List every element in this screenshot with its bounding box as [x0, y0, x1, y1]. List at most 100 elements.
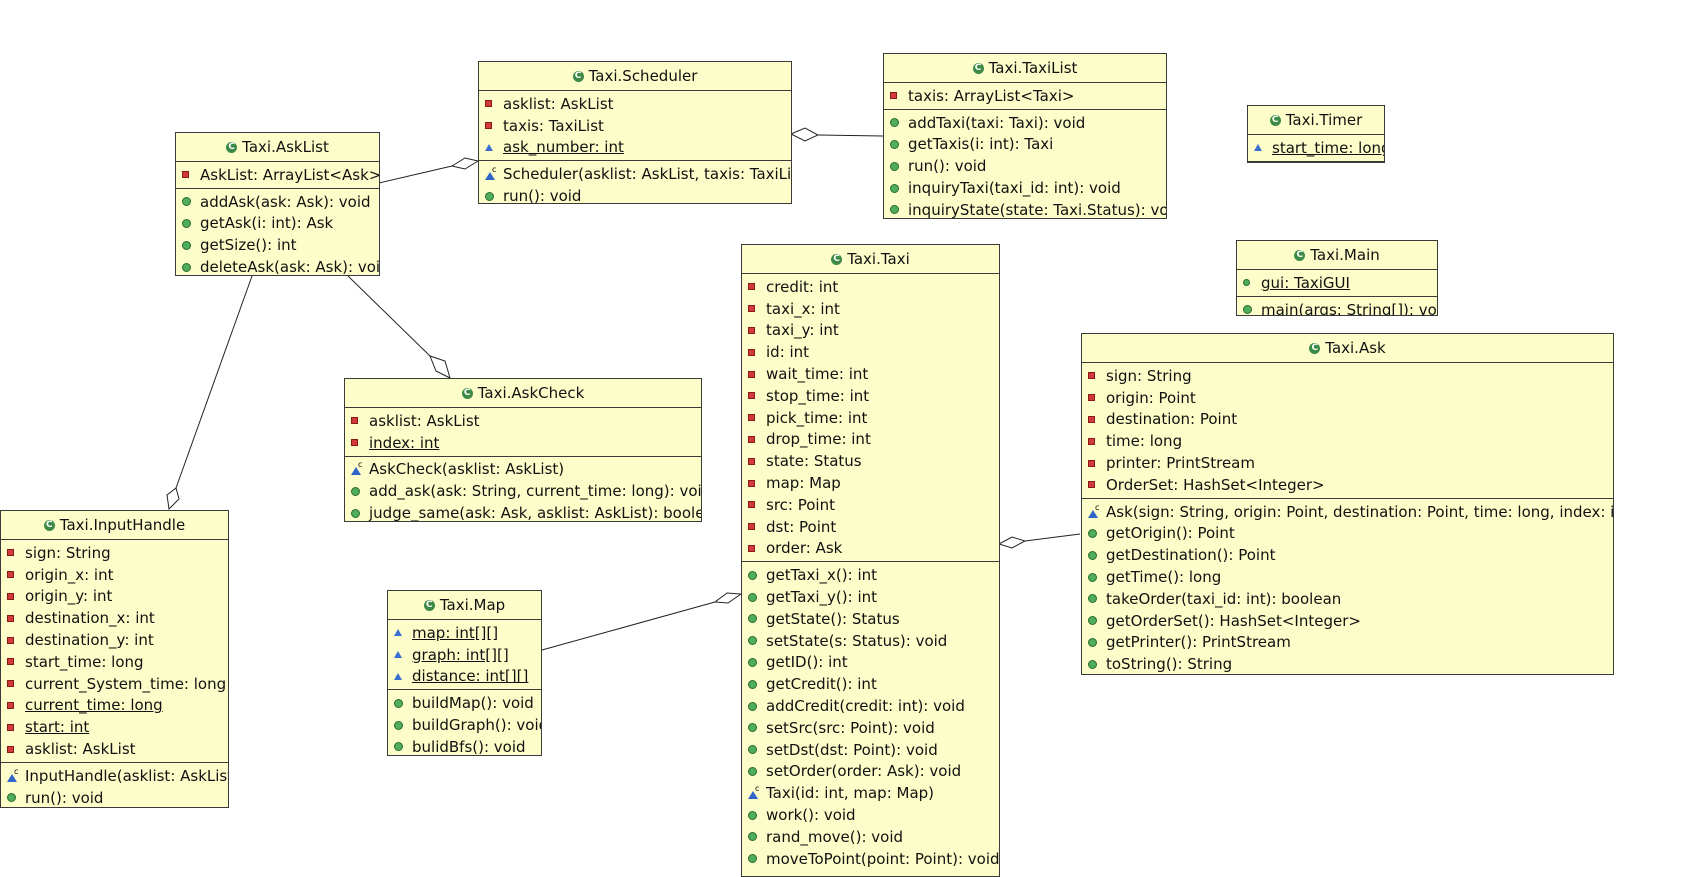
method-row[interactable]: getID(): int [742, 652, 999, 674]
field-row[interactable]: map: Map [742, 472, 999, 494]
field-row[interactable]: origin_x: int [1, 564, 228, 586]
method-row[interactable]: getDestination(): Point [1082, 544, 1613, 566]
method-row[interactable]: getSize(): int [176, 234, 379, 256]
field-row[interactable]: asklist: AskList [479, 93, 791, 115]
method-row[interactable]: judge_same(ask: Ask, asklist: AskList): … [345, 502, 701, 521]
method-row[interactable]: deleteAsk(ask: Ask): void [176, 256, 379, 275]
class-asklist[interactable]: C Taxi.AskList AskList: ArrayList<Ask> addA… [175, 132, 380, 276]
field-row[interactable]: src: Point [742, 494, 999, 516]
field-row[interactable]: taxi_y: int [742, 320, 999, 342]
method-row[interactable]: Ask(sign: String, origin: Point, destina… [1082, 501, 1613, 523]
field-row[interactable]: sign: String [1, 542, 228, 564]
public-method-icon [748, 745, 757, 755]
field-row[interactable]: map: int[][] [388, 622, 541, 644]
field-row[interactable]: taxi_x: int [742, 298, 999, 320]
method-row[interactable]: work(): void [742, 804, 999, 826]
field-row[interactable]: stop_time: int [742, 385, 999, 407]
field-row[interactable]: sign: String [1082, 365, 1613, 387]
method-row[interactable]: getTaxis(i: int): Taxi [884, 134, 1166, 156]
method-row[interactable]: getPrinter(): PrintStream [1082, 632, 1613, 654]
field-row[interactable]: gui: TaxiGUI [1237, 272, 1437, 294]
method-row[interactable]: Scheduler(asklist: AskList, taxis: TaxiL… [479, 163, 791, 185]
class-timer[interactable]: C Taxi.Timer start_time: long [1247, 105, 1385, 163]
field-row[interactable]: destination: Point [1082, 409, 1613, 431]
class-askcheck[interactable]: C Taxi.AskCheck asklist: AskList index: int… [344, 378, 702, 522]
method-row[interactable]: setOrder(order: Ask): void [742, 761, 999, 783]
field-row[interactable]: state: Status [742, 450, 999, 472]
method-row[interactable]: inquiryState(state: Taxi.Status): void [884, 199, 1166, 218]
method-row[interactable]: moveToPoint(point: Point): void [742, 848, 999, 870]
method-row[interactable]: buildMap(): void [388, 692, 541, 714]
field-row[interactable]: pick_time: int [742, 407, 999, 429]
class-inputhandle[interactable]: C Taxi.InputHandle sign: String origin_x: i… [0, 510, 229, 808]
field-row[interactable]: origin_y: int [1, 586, 228, 608]
field-row[interactable]: taxis: TaxiList [479, 115, 791, 137]
field-row[interactable]: destination_x: int [1, 607, 228, 629]
field-row[interactable]: OrderSet: HashSet<Integer> [1082, 474, 1613, 496]
method-row[interactable]: inquiryTaxi(taxi_id: int): void [884, 177, 1166, 199]
field-row[interactable]: drop_time: int [742, 429, 999, 451]
method-row[interactable]: AskCheck(asklist: AskList) [345, 459, 701, 481]
method-row[interactable]: run(): void [479, 185, 791, 203]
class-scheduler[interactable]: C Taxi.Scheduler asklist: AskList taxis: Ta… [478, 61, 792, 204]
field-row[interactable]: dst: Point [742, 516, 999, 538]
method-row[interactable]: InputHandle(asklist: AskList) [1, 765, 228, 787]
method-row[interactable]: setState(s: Status): void [742, 630, 999, 652]
field-row[interactable]: distance: int[][] [388, 666, 541, 688]
method-row[interactable]: getTime(): long [1082, 566, 1613, 588]
field-row[interactable]: order: Ask [742, 538, 999, 560]
field-row[interactable]: start: int [1, 716, 228, 738]
method-row[interactable]: takeOrder(taxi_id: int): boolean [1082, 588, 1613, 610]
method-row[interactable]: Taxi(id: int, map: Map) [742, 782, 999, 804]
method-row[interactable]: main(args: String[]): void [1237, 299, 1437, 315]
method-row[interactable]: bulidBfs(): void [388, 736, 541, 755]
field-row[interactable]: credit: int [742, 276, 999, 298]
visibility-icon-slot [748, 326, 764, 334]
method-row[interactable]: getOrigin(): Point [1082, 523, 1613, 545]
method-row[interactable]: rand_move(): void [742, 826, 999, 848]
method-row[interactable]: getAsk(i: int): Ask [176, 213, 379, 235]
method-row[interactable]: getTaxi_y(): int [742, 586, 999, 608]
field-row[interactable]: destination_y: int [1, 629, 228, 651]
method-row[interactable]: add_ask(ask: String, current_time: long)… [345, 480, 701, 502]
method-row[interactable]: addAsk(ask: Ask): void [176, 191, 379, 213]
class-ask[interactable]: C Taxi.Ask sign: String origin: Point destin… [1081, 333, 1614, 675]
field-row[interactable]: origin: Point [1082, 387, 1613, 409]
field-row[interactable]: graph: int[][] [388, 644, 541, 666]
field-row[interactable]: time: long [1082, 430, 1613, 452]
method-row[interactable]: toString(): String [1082, 653, 1613, 674]
field-row[interactable]: id: int [742, 341, 999, 363]
field-row[interactable]: index: int [345, 432, 701, 454]
class-main[interactable]: C Taxi.Main gui: TaxiGUI main(args: String[… [1236, 240, 1438, 316]
method-row[interactable]: setSrc(src: Point): void [742, 717, 999, 739]
method-text: setSrc(src: Point): void [766, 718, 935, 737]
method-row[interactable]: getTaxi_x(): int [742, 564, 999, 586]
class-taxi[interactable]: C Taxi.Taxi credit: int taxi_x: int taxi_y: … [741, 244, 1000, 877]
method-row[interactable]: run(): void [1, 787, 228, 807]
class-taxilist[interactable]: C Taxi.TaxiList taxis: ArrayList<Taxi> addT… [883, 53, 1167, 219]
field-row[interactable]: current_System_time: long [1, 673, 228, 695]
method-row[interactable]: addCredit(credit: int): void [742, 695, 999, 717]
method-row[interactable]: setDst(dst: Point): void [742, 739, 999, 761]
method-row[interactable]: run(): void [884, 155, 1166, 177]
method-row[interactable]: buildGraph(): void [388, 714, 541, 736]
field-row[interactable]: ask_number: int [479, 137, 791, 159]
public-method-icon [1088, 616, 1097, 626]
method-text: rand_move(): void [766, 827, 904, 846]
field-row[interactable]: taxis: ArrayList<Taxi> [884, 85, 1166, 107]
field-row[interactable]: AskList: ArrayList<Ask> [176, 164, 379, 186]
field-row[interactable]: start_time: long [1, 651, 228, 673]
method-row[interactable]: getState(): Status [742, 608, 999, 630]
field-row[interactable]: start_time: long [1248, 137, 1384, 159]
field-row[interactable]: current_time: long [1, 695, 228, 717]
visibility-icon-slot [890, 118, 906, 128]
field-row[interactable]: asklist: AskList [345, 410, 701, 432]
class-map[interactable]: C Taxi.Map map: int[][] graph: int[][] dista… [387, 590, 542, 756]
field-row[interactable]: wait_time: int [742, 363, 999, 385]
method-row[interactable]: getCredit(): int [742, 673, 999, 695]
method-row[interactable]: getOrderSet(): HashSet<Integer> [1082, 610, 1613, 632]
method-row[interactable]: addTaxi(taxi: Taxi): void [884, 112, 1166, 134]
field-row[interactable]: printer: PrintStream [1082, 452, 1613, 474]
visibility-icon-slot [1088, 659, 1104, 669]
field-row[interactable]: asklist: AskList [1, 738, 228, 760]
